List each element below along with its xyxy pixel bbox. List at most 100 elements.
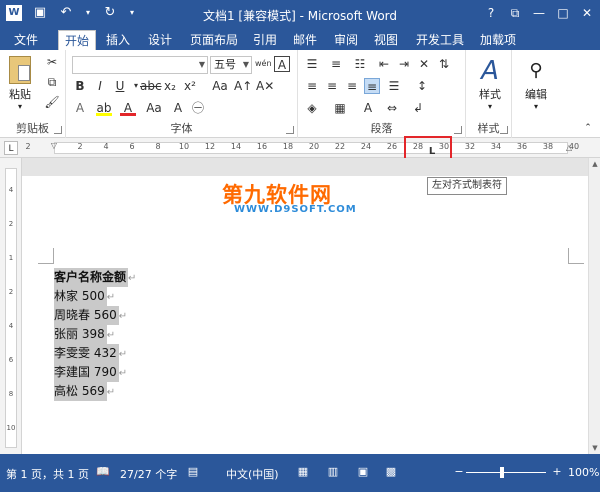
tab-review[interactable]: 审阅: [328, 30, 364, 50]
tab-mailings[interactable]: 邮件: [287, 30, 323, 50]
bold-icon[interactable]: B: [72, 78, 88, 94]
text-effects-icon[interactable]: A: [72, 100, 88, 116]
list-item[interactable]: 林家 500 ↵: [54, 287, 136, 306]
tab-file[interactable]: 文件: [0, 30, 52, 50]
scroll-down-icon[interactable]: ▼: [589, 442, 600, 454]
line-spacing-icon[interactable]: ↕: [414, 78, 430, 94]
borders-icon[interactable]: ▦: [332, 100, 348, 116]
list-item[interactable]: 李雯雯 432 ↵: [54, 344, 136, 363]
align-center-icon[interactable]: ≡: [324, 78, 340, 94]
first-line-indent-icon[interactable]: ▽: [46, 138, 62, 154]
format-painter-icon[interactable]: 🖌: [44, 94, 60, 110]
tab-page-layout[interactable]: 页面布局: [184, 30, 244, 50]
close-icon[interactable]: ✕: [578, 4, 596, 22]
customer-name: 林家: [54, 289, 79, 303]
show-marks-icon[interactable]: ↲: [410, 100, 426, 116]
vertical-ruler[interactable]: 4 2 1 2 4 6 8 10: [0, 158, 22, 454]
page-count[interactable]: 第 1 页，共 1 页: [6, 466, 89, 482]
read-mode-icon[interactable]: ▥: [326, 465, 340, 479]
clear-formatting-icon[interactable]: A✕: [256, 78, 274, 94]
italic-icon[interactable]: I: [92, 78, 108, 94]
help-icon[interactable]: ?: [482, 4, 500, 22]
list-item[interactable]: 李建国 790 ↵: [54, 363, 136, 382]
tab-home[interactable]: 开始: [58, 30, 97, 50]
numbering-icon[interactable]: ≡: [328, 56, 344, 72]
zoom-slider-thumb[interactable]: [500, 467, 504, 478]
tab-developer[interactable]: 开发工具: [410, 30, 470, 50]
list-item[interactable]: 周晓春 560 ↵: [54, 306, 136, 325]
tab-addins[interactable]: 加载项: [474, 30, 522, 50]
zoom-out-icon[interactable]: −: [452, 465, 466, 479]
restore-ribbon-icon[interactable]: ⧉: [506, 4, 524, 22]
print-layout-icon[interactable]: ▣: [356, 465, 370, 479]
list-item[interactable]: 高松 569 ↵: [54, 382, 136, 401]
editing-dropdown-icon: ▾: [533, 102, 538, 111]
distributed-icon[interactable]: ☰: [386, 78, 402, 94]
shading-icon[interactable]: A: [170, 100, 186, 116]
styles-launcher-icon[interactable]: [500, 126, 508, 134]
cut-icon[interactable]: ✂: [44, 54, 60, 70]
align-right-icon[interactable]: ≡: [344, 78, 360, 94]
tab-design[interactable]: 设计: [142, 30, 178, 50]
highlight-icon[interactable]: ab: [96, 100, 112, 116]
zoom-level[interactable]: 100%: [568, 466, 599, 479]
strikethrough-icon[interactable]: abc: [140, 78, 162, 94]
copy-icon[interactable]: ⧉: [44, 74, 60, 90]
enclose-character-icon[interactable]: ㊀: [190, 100, 206, 116]
clipboard-launcher-icon[interactable]: [54, 126, 62, 134]
heading-line[interactable]: 客户名称金额 ↵: [54, 268, 136, 287]
web-layout-icon[interactable]: ▩: [384, 465, 398, 479]
bullets-icon[interactable]: ☰: [304, 56, 320, 72]
word-count[interactable]: 27/27 个字: [120, 466, 177, 482]
asian-layout-icon[interactable]: A: [360, 100, 376, 116]
multilevel-list-icon[interactable]: ☷: [352, 56, 368, 72]
text-direction-icon[interactable]: ⇔: [384, 100, 400, 116]
styles-button[interactable]: A 样式 ▾: [470, 56, 510, 111]
maximize-icon[interactable]: □: [554, 4, 572, 22]
tab-insert[interactable]: 插入: [100, 30, 136, 50]
vertical-scrollbar[interactable]: ▲ ▼: [588, 158, 600, 454]
layout-icon[interactable]: ▦: [296, 465, 310, 479]
change-case-icon[interactable]: Aa: [212, 78, 228, 94]
decrease-indent-icon[interactable]: ⇤: [376, 56, 392, 72]
chinese-layout-icon[interactable]: ✕: [416, 56, 432, 72]
sort-icon[interactable]: ⇅: [436, 56, 452, 72]
phonetic-guide-icon[interactable]: wén: [255, 56, 272, 72]
tab-selector-icon[interactable]: L: [4, 141, 18, 155]
language-indicator[interactable]: 中文(中国): [226, 466, 279, 482]
zoom-slider[interactable]: [466, 472, 546, 473]
underline-icon[interactable]: U: [112, 78, 128, 94]
align-left-icon[interactable]: ≡: [304, 78, 320, 94]
tab-references[interactable]: 引用: [247, 30, 283, 50]
document-body[interactable]: 客户名称金额 ↵ 林家 500 ↵ 周晓春 560 ↵ 张丽 398 ↵ 李雯雯 432 ↵ 李建…: [54, 268, 136, 401]
increase-indent-icon[interactable]: ⇥: [396, 56, 412, 72]
font-name-combo[interactable]: ▼: [72, 56, 208, 74]
font-size-combo[interactable]: 五号 ▼: [210, 56, 252, 74]
paragraph-launcher-icon[interactable]: [454, 126, 462, 134]
paragraph-shading-icon[interactable]: ◈: [304, 100, 320, 116]
font-size-dropdown-icon: ▼: [242, 60, 249, 69]
scroll-up-icon[interactable]: ▲: [589, 158, 600, 170]
editing-button[interactable]: ⚲ 编辑 ▾: [516, 56, 556, 111]
right-indent-icon[interactable]: △: [561, 140, 577, 156]
superscript-icon[interactable]: x²: [182, 78, 198, 94]
minimize-icon[interactable]: —: [530, 4, 548, 22]
font-launcher-icon[interactable]: [286, 126, 294, 134]
macro-record-icon[interactable]: ▤: [186, 465, 200, 479]
font-color-icon[interactable]: A: [120, 100, 136, 116]
font-size-aa-icon[interactable]: Aa: [146, 100, 162, 116]
document-page[interactable]: 第九软件网 WWW.D9SOFT.COM 客户名称金额 ↵ 林家 500 ↵ 周晓春 …: [22, 176, 588, 466]
justify-icon[interactable]: ≡: [364, 78, 380, 94]
list-item[interactable]: 张丽 398 ↵: [54, 325, 136, 344]
horizontal-ruler[interactable]: L 2 2 4 6 8 10 12 14 16 18 20 22 24 26 28 30 32 34 36 38 40 …: [0, 138, 600, 158]
character-border-icon[interactable]: A: [274, 56, 290, 72]
collapse-ribbon-icon[interactable]: ⌃: [580, 120, 596, 136]
paste-button[interactable]: 粘贴 ▾: [6, 56, 34, 111]
proofing-icon[interactable]: 📖: [96, 465, 110, 479]
subscript-icon[interactable]: x₂: [162, 78, 178, 94]
tab-view[interactable]: 视图: [368, 30, 404, 50]
zoom-in-icon[interactable]: +: [550, 465, 564, 479]
grow-font-icon[interactable]: A↑: [234, 78, 252, 94]
customer-name: 高松: [54, 384, 79, 398]
paragraph-mark: ↵: [118, 311, 128, 322]
